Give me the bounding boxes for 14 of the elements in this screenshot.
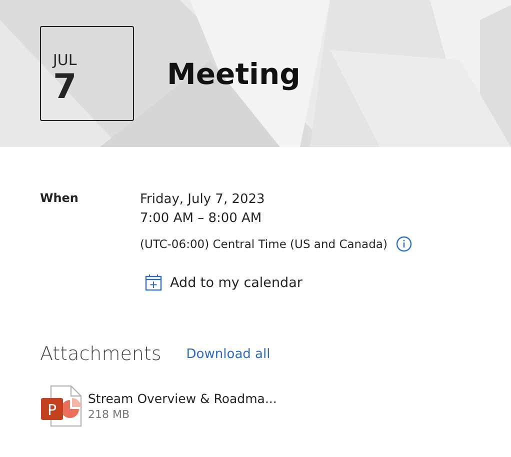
timezone-text: (UTC-06:00) Central Time (US and Canada) [140,237,388,251]
download-all-link[interactable]: Download all [186,346,270,362]
month-label: JUL [53,52,78,69]
event-time: 7:00 AM – 8:00 AM [140,210,263,228]
add-to-calendar-button[interactable]: Add to my calendar [145,274,412,291]
day-number: 7 [53,69,78,105]
calendar-add-icon [145,274,162,291]
when-label: When [40,190,80,207]
file-size: 218 MB [88,407,131,422]
attachments-heading: Attachments [40,343,162,365]
event-title: Meeting [167,56,300,90]
info-icon[interactable] [396,236,412,252]
event-date: Friday, July 7, 2023 [140,191,266,209]
file-name[interactable]: Stream Overview & Roadma... [88,390,277,407]
